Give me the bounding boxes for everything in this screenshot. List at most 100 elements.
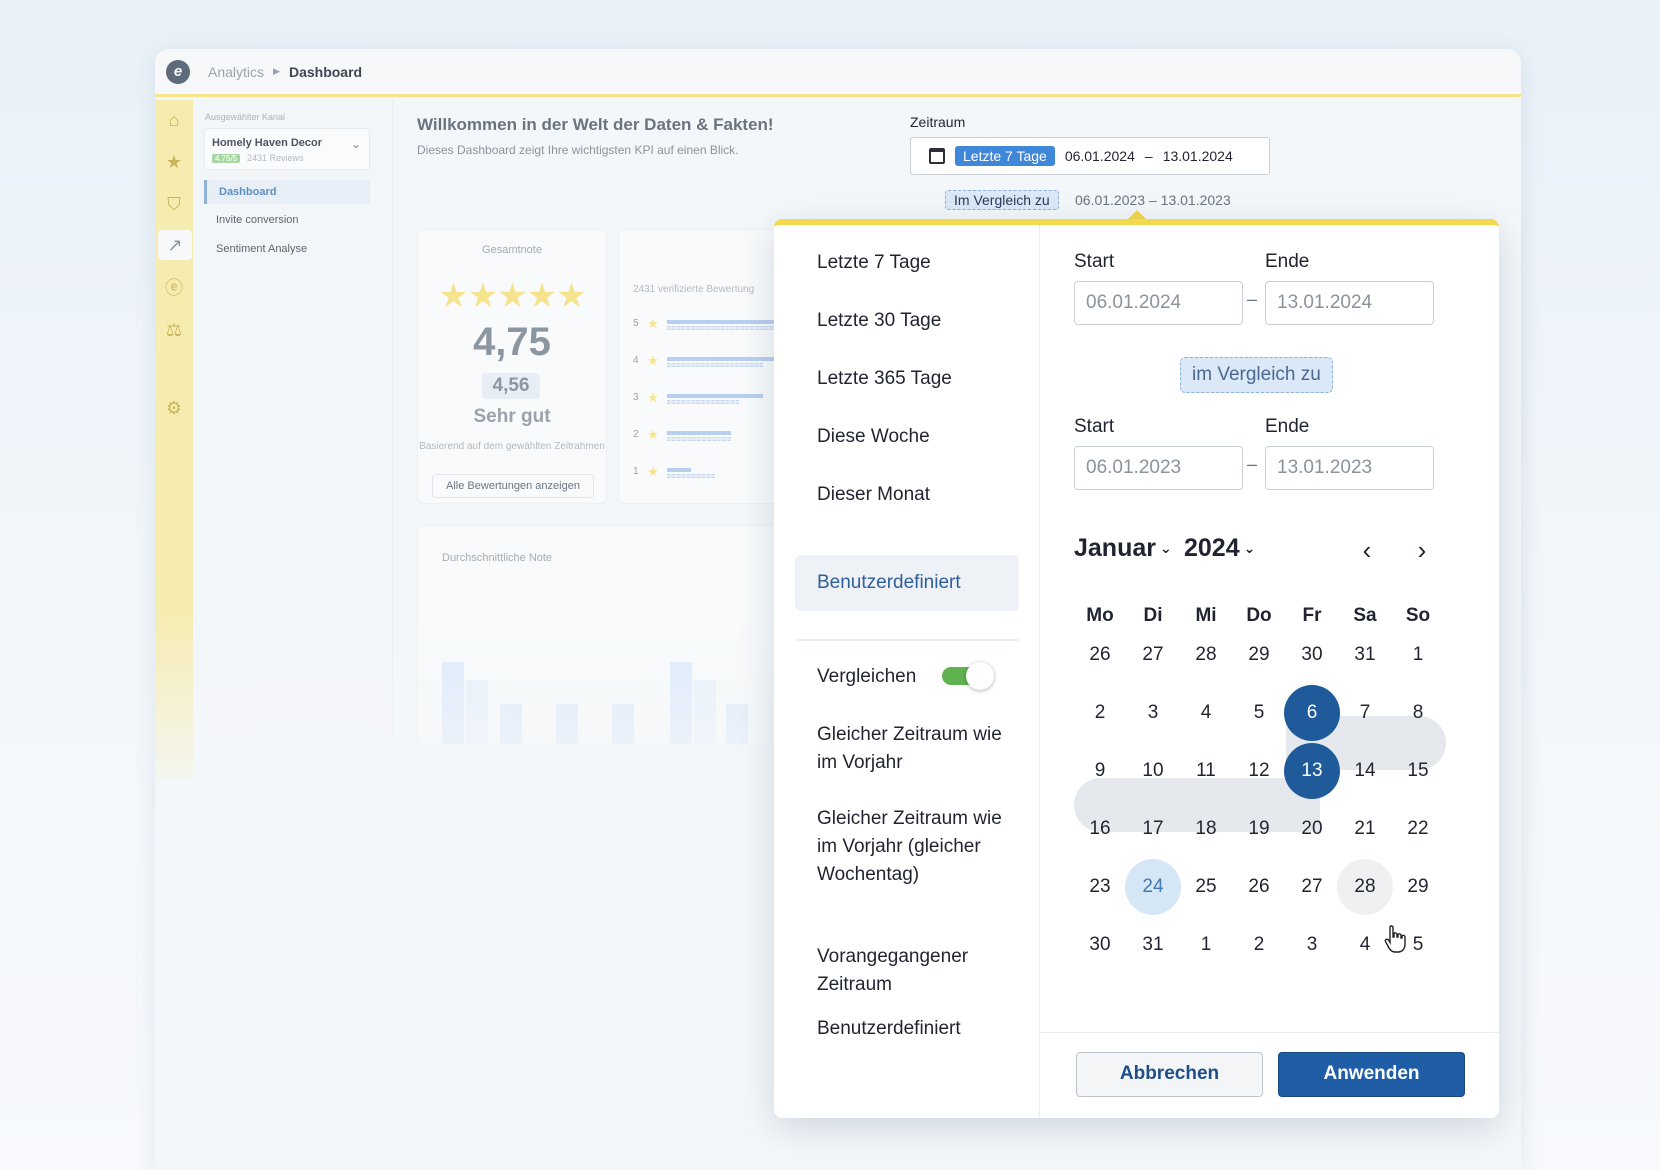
calendar-day[interactable]: 11 (1178, 743, 1234, 799)
end-date-input[interactable]: 13.01.2024 (1265, 281, 1434, 325)
date-range-field[interactable]: Letzte 7 Tage 06.01.2024 – 13.01.2024 (910, 137, 1270, 175)
breadcrumb-separator-icon: ▶ (273, 66, 280, 76)
calendar-day[interactable]: 8 (1390, 685, 1446, 741)
calendar-day[interactable]: 26 (1072, 627, 1128, 683)
divider (795, 639, 1019, 641)
shield-icon[interactable]: ⛉ (164, 194, 184, 214)
calendar-day[interactable]: 31 (1125, 917, 1181, 973)
calendar-day[interactable]: 31 (1337, 627, 1393, 683)
year-value: 2024 (1184, 534, 1240, 562)
preset-last-7-days[interactable]: Letzte 7 Tage (795, 249, 1019, 277)
compare-custom[interactable]: Benutzerdefiniert (795, 1015, 1019, 1043)
avg-bar (726, 704, 748, 744)
calendar-day[interactable]: 27 (1284, 859, 1340, 915)
analytics-icon[interactable]: ↗ (158, 230, 192, 260)
calendar-day[interactable]: 28 (1178, 627, 1234, 683)
calendar-day[interactable]: 23 (1072, 859, 1128, 915)
preset-this-month[interactable]: Dieser Monat (795, 481, 1019, 509)
breadcrumb-parent[interactable]: Analytics (208, 64, 264, 80)
calendar-day[interactable]: 6 (1284, 685, 1340, 741)
weekday-header: Mo (1086, 605, 1114, 626)
calendar-day[interactable]: 14 (1337, 743, 1393, 799)
calendar-day[interactable]: 4 (1178, 685, 1234, 741)
calendar-day[interactable]: 2 (1231, 917, 1287, 973)
sidebar-item-dashboard[interactable]: Dashboard (204, 180, 370, 204)
calendar-icon (929, 148, 945, 164)
calendar-day[interactable]: 15 (1390, 743, 1446, 799)
channel-select[interactable]: Homely Haven Decor 4.75/5 2431 Reviews ⌄ (204, 128, 370, 170)
avg-bar (670, 662, 692, 744)
rating-bar-previous (667, 437, 731, 441)
home-icon[interactable]: ⌂ (164, 110, 184, 130)
calendar-day[interactable]: 1 (1178, 917, 1234, 973)
preset-custom[interactable]: Benutzerdefiniert (795, 555, 1019, 611)
compare-end-input[interactable]: 13.01.2023 (1265, 446, 1434, 490)
apply-button[interactable]: Anwenden (1278, 1052, 1465, 1097)
calendar-day[interactable]: 20 (1284, 801, 1340, 857)
calendar-day[interactable]: 27 (1125, 627, 1181, 683)
calendar-day[interactable]: 1 (1390, 627, 1446, 683)
calendar-day[interactable]: 17 (1125, 801, 1181, 857)
calendar-day[interactable]: 26 (1231, 859, 1287, 915)
calendar-day[interactable]: 18 (1178, 801, 1234, 857)
calendar-day[interactable]: 3 (1284, 917, 1340, 973)
star-icon[interactable]: ★ (164, 152, 184, 172)
calendar-day[interactable]: 2 (1072, 685, 1128, 741)
e-logo-icon[interactable]: ⓔ (164, 278, 184, 298)
compare-same-period-last-year[interactable]: Gleicher Zeitraum wie im Vorjahr (795, 721, 1019, 777)
cancel-button[interactable]: Abbrechen (1076, 1052, 1263, 1097)
date-picker-popover: Letzte 7 Tage Letzte 30 Tage Letzte 365 … (774, 219, 1499, 1118)
calendar-day[interactable]: 21 (1337, 801, 1393, 857)
preset-last-30-days[interactable]: Letzte 30 Tage (795, 307, 1019, 335)
rating-bar (667, 357, 787, 361)
compare-separator: – (1148, 192, 1157, 208)
calendar-day[interactable]: 22 (1390, 801, 1446, 857)
compare-to-tag[interactable]: im Vergleich zu (1180, 357, 1333, 393)
calendar-day[interactable]: 10 (1125, 743, 1181, 799)
calendar-day[interactable]: 28 (1337, 859, 1393, 915)
gear-icon[interactable]: ⚙ (164, 398, 184, 418)
calendar-day[interactable]: 29 (1231, 627, 1287, 683)
previous-month-button[interactable]: ‹ (1353, 537, 1381, 565)
calendar-day[interactable]: 16 (1072, 801, 1128, 857)
compare-tag[interactable]: Im Vergleich zu (945, 190, 1059, 210)
sidebar-item-sentiment-analyse[interactable]: Sentiment Analyse (204, 237, 370, 261)
calendar-day[interactable]: 7 (1337, 685, 1393, 741)
month-select[interactable]: Januar ⌄ (1074, 534, 1172, 563)
show-all-reviews-button[interactable]: Alle Bewertungen anzeigen (432, 474, 594, 498)
start-date-input[interactable]: 06.01.2024 (1074, 281, 1243, 325)
calendar-day[interactable]: 19 (1231, 801, 1287, 857)
preset-this-week[interactable]: Diese Woche (795, 423, 1019, 451)
weekday-header: Do (1246, 605, 1272, 626)
preset-last-365-days[interactable]: Letzte 365 Tage (795, 365, 1019, 393)
compare-previous-period[interactable]: Vorangegangener Zeitraum (795, 943, 1019, 999)
avg-bar (500, 704, 522, 744)
calendar-day[interactable]: 13 (1284, 743, 1340, 799)
calendar-day[interactable]: 29 (1390, 859, 1446, 915)
average-note-card: Durchschnittliche Note (417, 525, 797, 745)
calendar-day[interactable]: 5 (1231, 685, 1287, 741)
year-select[interactable]: 2024 ⌄ (1184, 534, 1255, 563)
compare-same-period-last-year-weekday[interactable]: Gleicher Zeitraum wie im Vorjahr (gleich… (795, 805, 1019, 889)
calendar-day[interactable]: 30 (1072, 917, 1128, 973)
calendar-day[interactable]: 12 (1231, 743, 1287, 799)
scale-icon[interactable]: ⚖ (164, 320, 184, 340)
rating-row-label: 1 (633, 466, 639, 477)
rating-bar (667, 394, 763, 398)
calendar-day[interactable]: 3 (1125, 685, 1181, 741)
weekday-header: Sa (1353, 605, 1377, 626)
logo-icon[interactable]: e (166, 59, 190, 84)
previous-score: 4,56 (482, 373, 540, 399)
calendar-day[interactable]: 24 (1125, 859, 1181, 915)
calendar-day[interactable]: 30 (1284, 627, 1340, 683)
compare-toggle[interactable] (942, 662, 996, 690)
compare-start-input[interactable]: 06.01.2023 (1074, 446, 1243, 490)
zeitraum-label: Zeitraum (910, 114, 966, 130)
compare-date-dash: – (1247, 454, 1258, 474)
sidebar-item-invite-conversion[interactable]: Invite conversion (204, 208, 370, 232)
range-end: 13.01.2024 (1162, 148, 1233, 164)
calendar-panel: Start Ende 06.01.2024 – 13.01.2024 im Ve… (1040, 225, 1499, 1118)
calendar-day[interactable]: 25 (1178, 859, 1234, 915)
next-month-button[interactable]: › (1408, 537, 1436, 565)
calendar-day[interactable]: 9 (1072, 743, 1128, 799)
